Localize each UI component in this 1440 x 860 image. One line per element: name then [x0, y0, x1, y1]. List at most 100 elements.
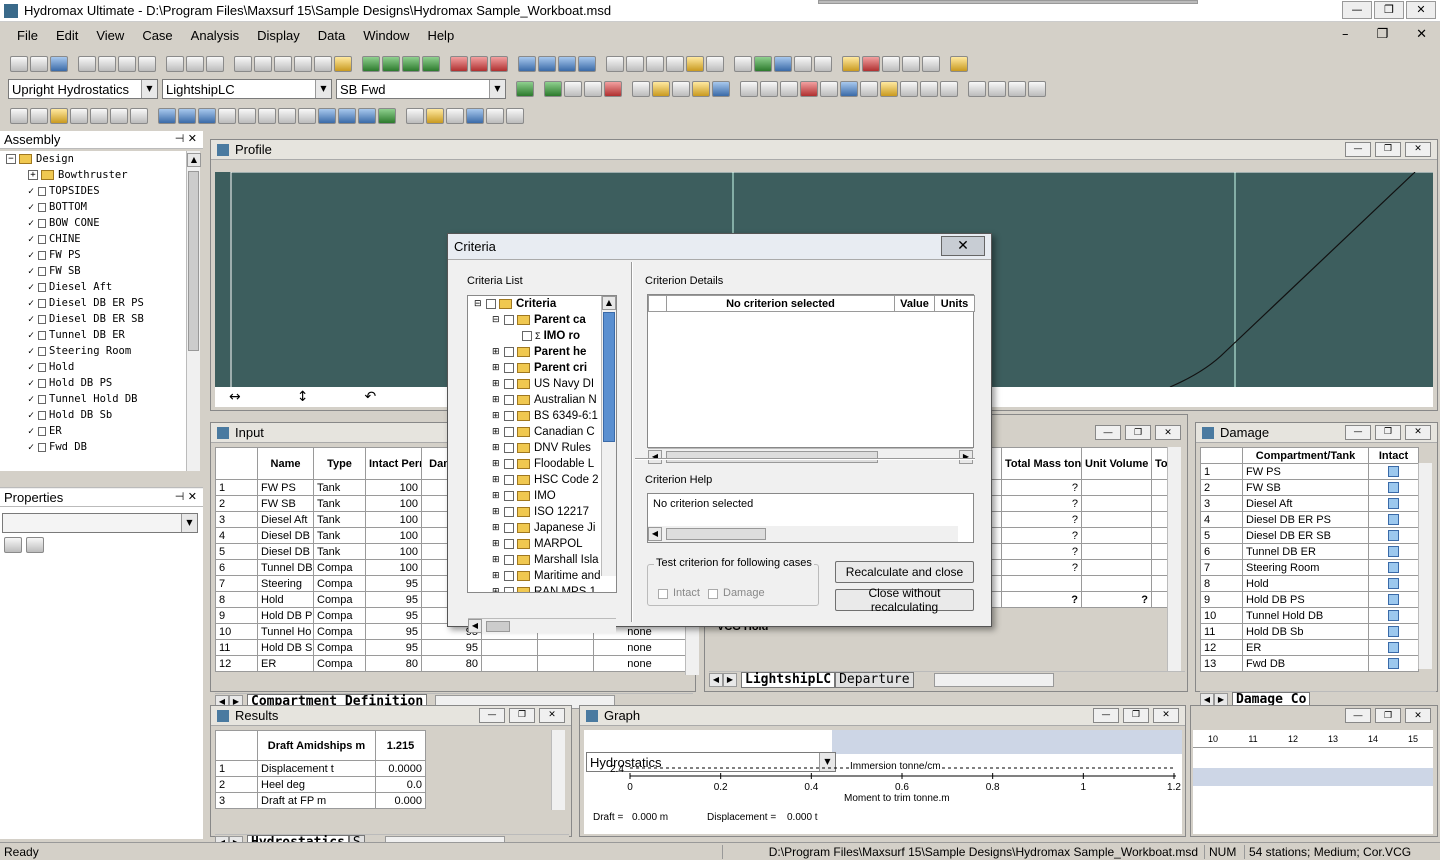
table-cell[interactable]: Hold DB Sb: [1242, 623, 1369, 640]
table-cell[interactable]: ?: [1001, 495, 1082, 512]
tank-combo[interactable]: SB Fwd ▼: [336, 79, 506, 99]
visible-check-icon[interactable]: ✓: [28, 234, 38, 245]
col-intact[interactable]: Intact: [1368, 447, 1419, 464]
assembly-vscroll[interactable]: ▲: [186, 151, 201, 471]
horizontal-move-icon[interactable]: ↔: [229, 389, 241, 405]
table-cell[interactable]: Diesel DB: [257, 527, 314, 544]
view-body-icon[interactable]: [402, 56, 420, 72]
results-table[interactable]: Draft Amidships m 1.215 1 Displacement t0…: [215, 730, 426, 809]
gradient-icon[interactable]: [298, 108, 316, 124]
hull-5-icon[interactable]: [238, 108, 256, 124]
minimize-icon[interactable]: —: [1095, 425, 1121, 440]
shape-9-icon[interactable]: [800, 81, 818, 97]
criteria-checkbox[interactable]: [522, 331, 532, 341]
criteria-checkbox[interactable]: [504, 363, 514, 373]
dialog-close-icon[interactable]: ✕: [941, 236, 985, 256]
tab-prev-icon[interactable]: ◀: [709, 672, 723, 687]
table-cell[interactable]: Compa: [313, 591, 366, 608]
close-icon[interactable]: ✕: [1406, 1, 1436, 19]
expand-icon[interactable]: ⊞: [492, 347, 502, 357]
minimize-icon[interactable]: —: [1342, 1, 1372, 19]
color-icon[interactable]: [862, 56, 880, 72]
menu-window[interactable]: Window: [354, 28, 418, 43]
view-plan-icon[interactable]: [382, 56, 400, 72]
intact-checkbox[interactable]: [1388, 466, 1399, 478]
intact-checkbox[interactable]: [1388, 642, 1399, 654]
minimize-icon[interactable]: —: [479, 708, 505, 723]
table-cell[interactable]: Diesel DB ER PS: [1242, 511, 1369, 528]
criteria-tree-item[interactable]: ⊞ Parent he: [474, 344, 616, 360]
expand-icon[interactable]: ⊞: [492, 491, 502, 501]
assembly-tree-item[interactable]: ✓ FW SB: [0, 263, 186, 279]
results-icon[interactable]: [734, 56, 752, 72]
intact-checkbox-cell[interactable]: [1368, 623, 1419, 640]
intact-checkbox-cell[interactable]: [1368, 511, 1419, 528]
table-cell[interactable]: Compa: [313, 559, 366, 576]
loadcase-hscroll[interactable]: [933, 672, 1054, 687]
criteria-tree-item[interactable]: Σ IMO ro: [474, 328, 616, 344]
criteria-checkbox[interactable]: [504, 395, 514, 405]
criteria-tree-vscroll[interactable]: ▲: [601, 296, 616, 576]
table-cell[interactable]: 0.0: [375, 776, 426, 793]
table-cell[interactable]: ?: [1001, 479, 1082, 496]
intact-checkbox-cell[interactable]: [1368, 495, 1419, 512]
triangle-icon[interactable]: [90, 108, 108, 124]
col-draft-amidships[interactable]: Draft Amidships m: [257, 730, 376, 761]
assembly-tree-item[interactable]: ✓ FW PS: [0, 247, 186, 263]
wireframe-icon[interactable]: [506, 108, 524, 124]
table-cell[interactable]: 95: [365, 607, 422, 624]
pan-icon[interactable]: [274, 56, 292, 72]
table-cell[interactable]: FW SB: [257, 495, 314, 512]
shape-10-icon[interactable]: [820, 81, 838, 97]
ruler-icon[interactable]: [426, 108, 444, 124]
col-total[interactable]: To: [1151, 447, 1168, 480]
table-cell[interactable]: Diesel DB: [257, 543, 314, 560]
start-analysis-icon[interactable]: [544, 81, 562, 97]
expand-icon[interactable]: ⊞: [492, 587, 502, 592]
home-icon[interactable]: [842, 56, 860, 72]
criteria-checkbox[interactable]: [504, 587, 514, 592]
criteria-checkbox[interactable]: [504, 411, 514, 421]
criteria-tree-item[interactable]: ⊞ Australian N: [474, 392, 616, 408]
table-cell[interactable]: Tunnel DB: [257, 559, 314, 576]
criteria-checkbox[interactable]: [504, 347, 514, 357]
shape-16-icon[interactable]: [940, 81, 958, 97]
properties-object-combo[interactable]: ▼: [2, 513, 198, 533]
circle-2-icon[interactable]: [30, 108, 48, 124]
intact-checkbox-cell[interactable]: [1368, 607, 1419, 624]
table-cell[interactable]: [537, 655, 594, 672]
table-cell[interactable]: Compa: [313, 639, 366, 656]
home-view-icon[interactable]: [294, 56, 312, 72]
table-cell[interactable]: [1081, 527, 1152, 544]
table-cell[interactable]: 80: [421, 655, 482, 672]
loadcase-combo[interactable]: LightshipLC ▼: [162, 79, 332, 99]
table-cell[interactable]: 95: [365, 639, 422, 656]
table-cell[interactable]: ?: [1001, 511, 1082, 528]
pause-analysis-icon[interactable]: [564, 81, 582, 97]
table-cell[interactable]: Tunnel Hold DB: [1242, 607, 1369, 624]
intact-checkbox-cell[interactable]: [1368, 575, 1419, 592]
assembly-tree-item[interactable]: ✓ TOPSIDES: [0, 183, 186, 199]
table-cell[interactable]: Tank: [313, 527, 366, 544]
restore-icon[interactable]: ❐: [509, 708, 535, 723]
zoom-in-icon[interactable]: [234, 56, 252, 72]
table-cell[interactable]: [1081, 559, 1152, 576]
paste-icon[interactable]: [118, 56, 136, 72]
table-cell[interactable]: 100: [365, 495, 422, 512]
collapse-icon[interactable]: ⊟: [492, 315, 502, 325]
mdi-minimize-icon[interactable]: –: [1333, 27, 1358, 42]
shape-13-icon[interactable]: [880, 81, 898, 97]
section-icon[interactable]: [486, 108, 504, 124]
table-cell[interactable]: Hold DB PS: [1242, 591, 1369, 608]
marker-icon[interactable]: [406, 108, 424, 124]
grid-icon[interactable]: [666, 56, 684, 72]
table-row[interactable]: 13 Fwd DB: [1200, 655, 1419, 672]
rotate-view-icon[interactable]: ↶: [364, 389, 376, 405]
restore-icon[interactable]: ❐: [1125, 425, 1151, 440]
table-cell[interactable]: ?: [1081, 591, 1152, 608]
close-icon[interactable]: ✕: [1153, 708, 1179, 723]
tab-departure[interactable]: Departure: [835, 671, 914, 688]
assembly-tree[interactable]: − Design + Bowthruster ✓ TOPSIDES ✓ BOTTOM ✓ BOW …: [0, 151, 186, 471]
col-units[interactable]: Units: [934, 295, 975, 312]
criteria-tree-item[interactable]: ⊞ IMO: [474, 488, 616, 504]
